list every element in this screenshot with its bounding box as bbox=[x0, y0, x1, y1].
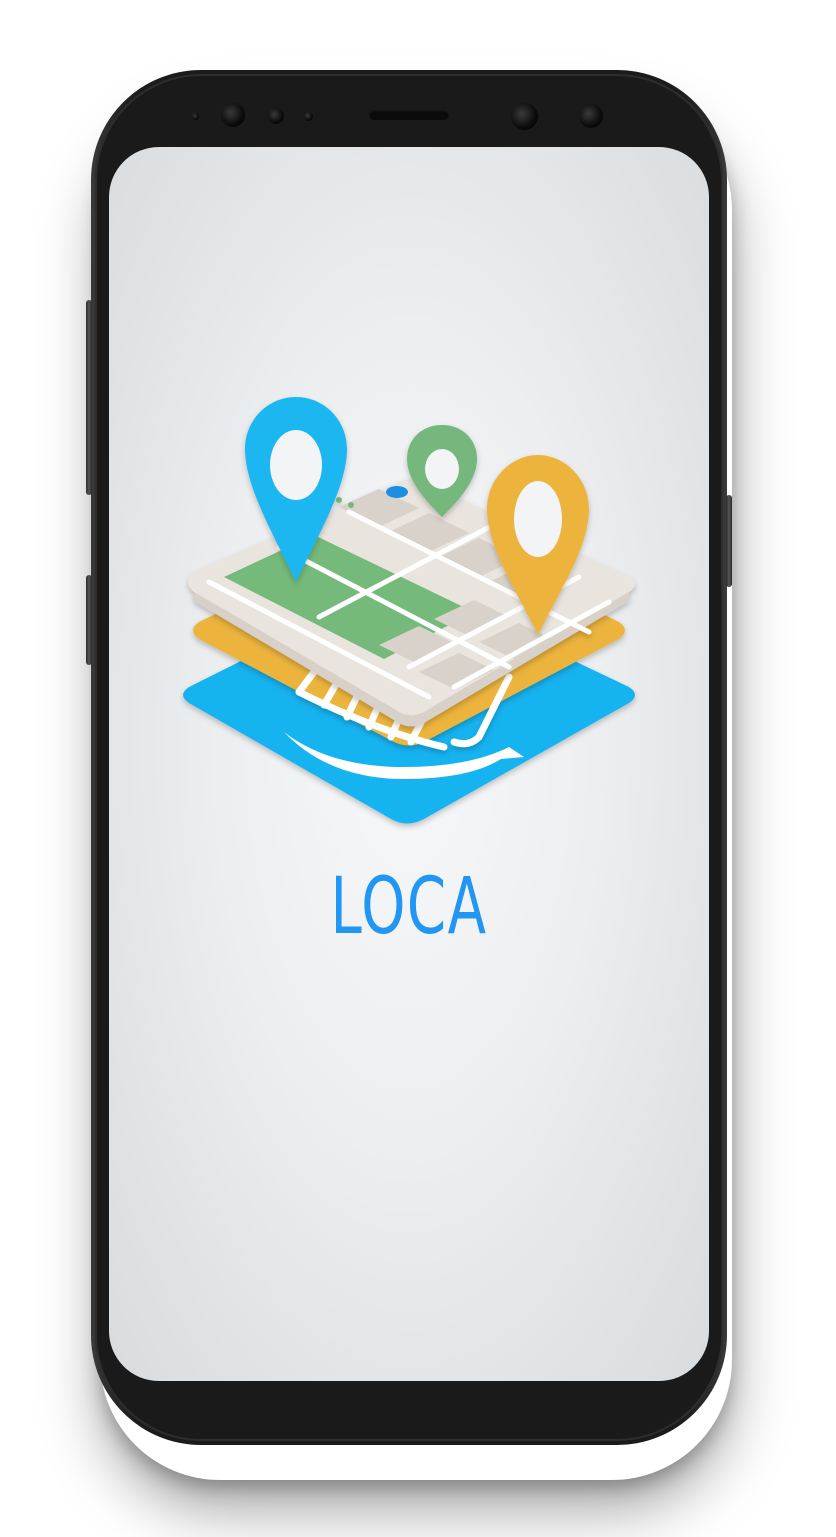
volume-button bbox=[86, 300, 92, 495]
power-button bbox=[726, 495, 732, 587]
splash-screen[interactable]: LOCA bbox=[109, 147, 709, 1381]
front-camera-icon bbox=[221, 103, 245, 127]
bixby-button bbox=[86, 575, 92, 665]
light-sensor bbox=[268, 108, 284, 124]
led-indicator bbox=[304, 112, 313, 121]
proximity-sensor bbox=[192, 113, 199, 120]
iris-sensor-icon bbox=[579, 104, 603, 128]
iris-camera-icon bbox=[511, 103, 538, 130]
map-layers-location-icon bbox=[183, 397, 635, 824]
device-mockup: LOCA bbox=[0, 0, 836, 1537]
app-title: LOCA bbox=[330, 862, 488, 952]
earpiece-speaker bbox=[369, 110, 449, 120]
